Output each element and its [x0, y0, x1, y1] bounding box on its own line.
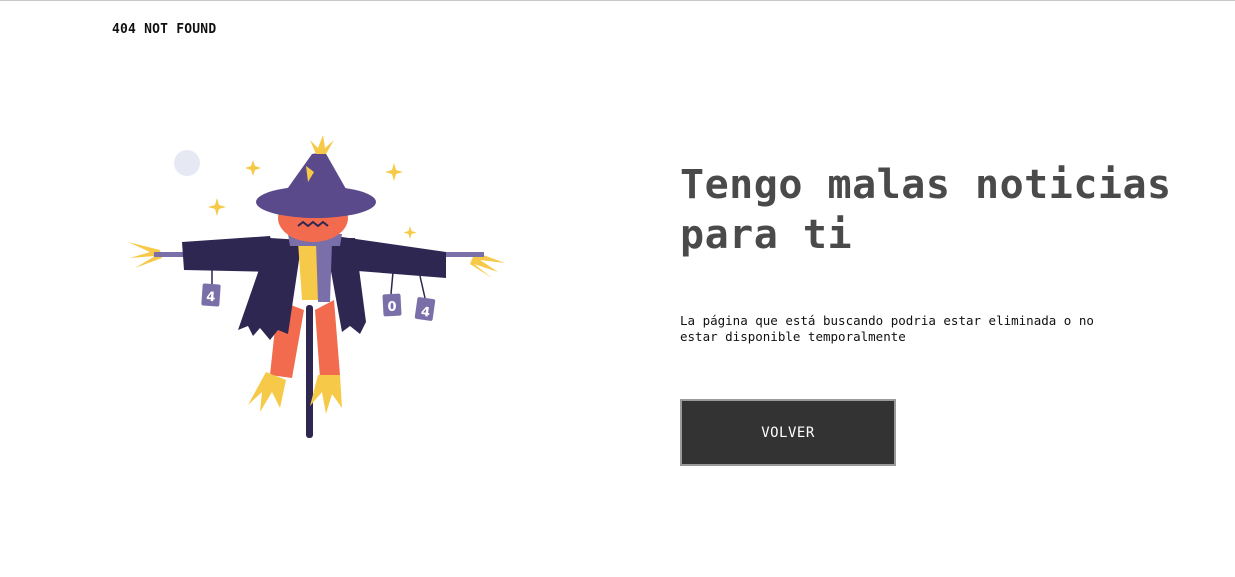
can-label: 0 [387, 300, 396, 315]
error-message: La página que está buscando podria estar… [680, 313, 1094, 344]
page-title: Tengo malas noticias para ti [680, 162, 1172, 258]
can-label: 4 [206, 290, 216, 306]
moon-icon [174, 150, 200, 176]
straw-feet [248, 372, 286, 412]
pole [306, 305, 313, 438]
top-divider [0, 0, 1235, 1]
scarecrow-illustration: 4 0 4 [128, 135, 505, 438]
back-button[interactable]: VOLVER [680, 399, 896, 466]
brand-title: 404 NOT FOUND [112, 22, 217, 37]
hat-top [285, 152, 350, 196]
